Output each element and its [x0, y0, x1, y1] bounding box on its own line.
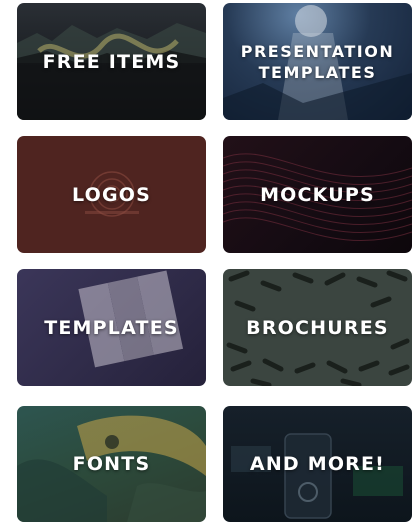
tile-mockups[interactable]: MOCKUPS — [223, 136, 412, 253]
tile-label: FREE ITEMS — [42, 50, 181, 73]
tile-fonts[interactable]: FONTS — [17, 406, 206, 522]
tile-templates[interactable]: TEMPLATES — [17, 269, 206, 386]
tile-label: AND MORE! — [249, 453, 386, 475]
tile-presentation-templates[interactable]: PRESENTATION TEMPLATES — [223, 3, 412, 120]
category-grid: FREE ITEMS PRESENTATION TEMPLATES LOGOS — [0, 0, 417, 522]
tile-label: FONTS — [72, 453, 151, 475]
tile-brochures[interactable]: BROCHURES — [223, 269, 412, 386]
tile-and-more[interactable]: AND MORE! — [223, 406, 412, 522]
tile-logos[interactable]: LOGOS — [17, 136, 206, 253]
tile-free-items[interactable]: FREE ITEMS — [17, 3, 206, 120]
tile-label: BROCHURES — [246, 316, 389, 339]
tile-label: TEMPLATES — [44, 316, 179, 339]
tile-label: LOGOS — [71, 183, 151, 206]
tile-label: PRESENTATION TEMPLATES — [240, 41, 395, 82]
tile-label: MOCKUPS — [260, 183, 375, 206]
